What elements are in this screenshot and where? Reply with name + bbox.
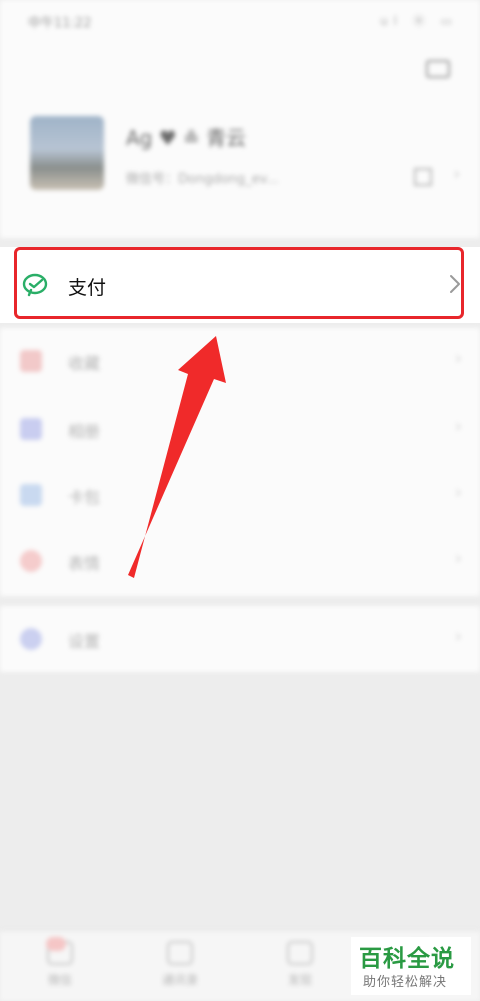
watermark-logo: 百科全说 助你轻松解决 xyxy=(351,937,471,995)
watermark-title: 百科全说 xyxy=(359,946,455,972)
annotation-arrow xyxy=(128,336,226,578)
watermark-subtitle: 助你轻松解决 xyxy=(363,975,448,990)
